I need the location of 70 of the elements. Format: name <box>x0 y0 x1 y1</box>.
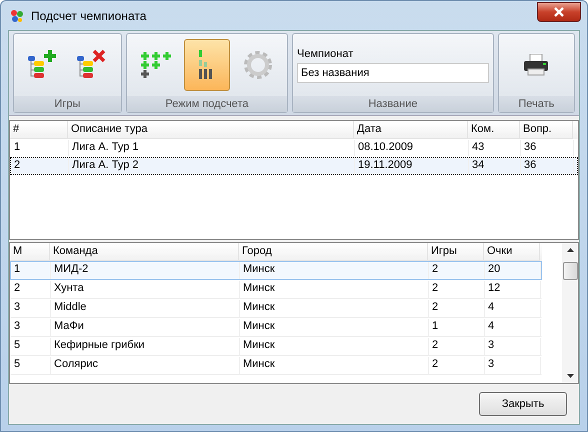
team-row[interactable]: 5 Кефирные грибки Минск 2 3 <box>10 337 542 356</box>
column-header[interactable]: Вопр. <box>520 121 573 139</box>
table-cell: 5 <box>11 338 51 355</box>
scroll-thumb[interactable] <box>562 262 578 280</box>
championship-name-input[interactable]: Без названия <box>297 62 489 82</box>
tour-row[interactable]: 2 Лига А. Тур 2 19.11.2009 34 36 <box>10 157 578 175</box>
table-cell: 2 <box>429 300 485 317</box>
table-cell: 4 <box>485 319 541 336</box>
table-cell: 3 <box>11 319 51 336</box>
field-label: Чемпионат <box>297 48 354 60</box>
column-header[interactable]: # <box>10 121 68 139</box>
table-cell: 1 <box>11 262 51 279</box>
team-row[interactable]: 3 Middle Минск 2 4 <box>10 299 542 318</box>
table-cell: Минск <box>240 319 429 336</box>
close-button[interactable] <box>537 2 581 22</box>
tour-row[interactable]: 1 Лига А. Тур 1 08.10.2009 43 36 <box>10 139 578 157</box>
table-cell: 1 <box>11 140 69 156</box>
table-cell: Минск <box>240 281 429 298</box>
bars-mode-button[interactable] <box>184 39 230 91</box>
scrollbar[interactable] <box>562 243 578 383</box>
team-row[interactable]: 5 Солярис Минск 2 3 <box>10 356 542 375</box>
table-cell: Солярис <box>51 357 240 374</box>
table-cell: 3 <box>11 300 51 317</box>
close-dialog-button[interactable]: Закрыть <box>479 392 567 416</box>
group-label: Игры <box>14 96 121 112</box>
table-cell: Лига А. Тур 1 <box>69 140 355 156</box>
table-cell: Минск <box>240 338 429 355</box>
table-cell: Минск <box>240 357 429 374</box>
column-header[interactable]: Описание тура <box>68 121 354 139</box>
table-cell: 19.11.2009 <box>355 158 469 174</box>
table-cell: Хунта <box>51 281 240 298</box>
team-row[interactable]: 3 МаФи Минск 1 4 <box>10 318 542 337</box>
group-label: Режим подсчета <box>126 96 288 112</box>
table-cell: 2 <box>11 281 51 298</box>
group-label: Печать <box>498 96 574 112</box>
table-cell: 20 <box>485 262 541 279</box>
table-cell: 2 <box>429 281 485 298</box>
table-cell: МаФи <box>51 319 240 336</box>
table-cell: 36 <box>521 140 574 156</box>
table-cell: 1 <box>429 319 485 336</box>
table-cell: 2 <box>11 158 69 174</box>
column-header[interactable]: Ком. <box>468 121 520 139</box>
scroll-down-icon <box>566 374 574 378</box>
table-cell: МИД-2 <box>51 262 240 279</box>
team-row[interactable]: 2 Хунта Минск 2 12 <box>10 280 542 299</box>
scroll-up-icon <box>566 248 574 252</box>
app-logo-icon <box>9 8 25 24</box>
table-cell: Middle <box>51 300 240 317</box>
table-cell: 2 <box>429 262 485 279</box>
table-cell: 4 <box>485 300 541 317</box>
table-cell: 2 <box>429 338 485 355</box>
table-cell: 5 <box>11 357 51 374</box>
team-row[interactable]: 1 МИД-2 Минск 2 20 <box>10 261 542 280</box>
table-cell: 3 <box>485 357 541 374</box>
table-cell: 36 <box>521 158 574 174</box>
table-cell: 08.10.2009 <box>355 140 469 156</box>
printer-icon <box>523 54 550 76</box>
window-title: Подсчет чемпионата <box>31 8 148 22</box>
table-cell: Минск <box>240 300 429 317</box>
table-cell: 34 <box>469 158 521 174</box>
group-label: Название <box>293 96 493 112</box>
table-cell: Кефирные грибки <box>51 338 240 355</box>
table-cell: 3 <box>485 338 541 355</box>
table-cell: Минск <box>240 262 429 279</box>
table-cell: 2 <box>429 357 485 374</box>
table-cell: 12 <box>485 281 541 298</box>
table-cell: Лига А. Тур 2 <box>69 158 355 174</box>
table-cell: 43 <box>469 140 521 156</box>
column-header[interactable]: Дата <box>354 121 468 139</box>
close-icon <box>554 6 564 16</box>
